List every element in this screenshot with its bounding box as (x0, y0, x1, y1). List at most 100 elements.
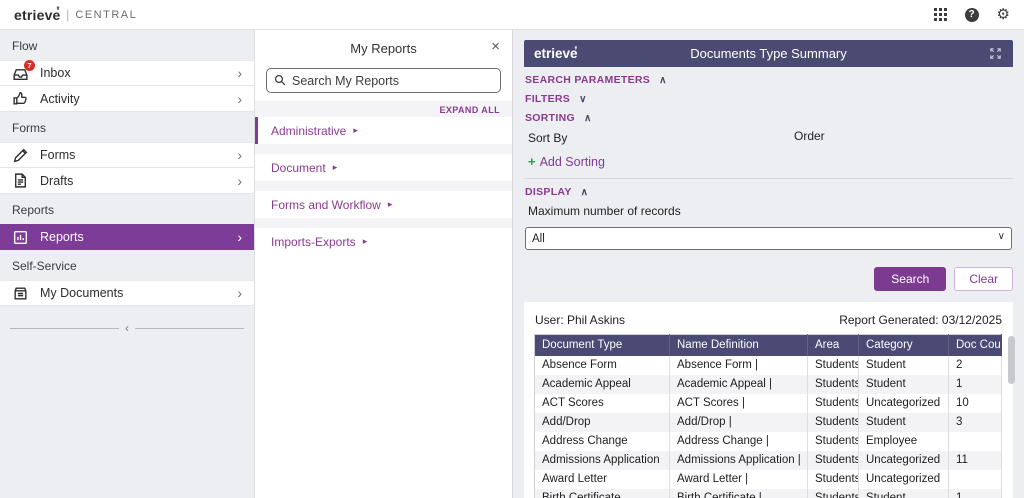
sidebar-item-drafts[interactable]: Drafts › (0, 168, 254, 194)
thumbs-up-icon (12, 90, 29, 107)
table-cell: Admissions Application (535, 451, 670, 470)
table-cell: Students (808, 470, 859, 489)
max-records-select[interactable]: All (525, 227, 1012, 250)
section-display[interactable]: DISPLAY ∧ (525, 186, 1012, 198)
table-cell: Students (808, 451, 859, 470)
report-generated: Report Generated: 03/12/2025 (839, 313, 1002, 327)
draft-icon (12, 172, 29, 189)
column-header[interactable]: Name Definition (670, 335, 808, 356)
search-input[interactable] (266, 68, 501, 93)
chevron-right-icon: › (237, 148, 242, 162)
sidebar-item-label: Drafts (40, 174, 73, 188)
caret-up-icon: ∧ (659, 75, 666, 86)
caret-up-icon: ∧ (581, 187, 588, 198)
table-row[interactable]: Address ChangeAddress Change |StudentsEm… (535, 432, 1002, 451)
max-records-select-wrap: All ∨ (525, 227, 1012, 250)
section-sorting[interactable]: SORTING ∧ (525, 112, 1012, 124)
pencil-icon (12, 147, 29, 164)
apps-grid-icon[interactable] (934, 8, 947, 21)
table-cell: Admissions Application | (670, 451, 808, 470)
table-cell: Address Change | (670, 432, 808, 451)
sidebar-collapse-control[interactable]: ‹ (10, 321, 244, 335)
category-label: Forms and Workflow (271, 198, 381, 212)
table-cell: Students (808, 432, 859, 451)
divider (524, 178, 1013, 179)
table-row[interactable]: ACT ScoresACT Scores |StudentsUncategori… (535, 394, 1002, 413)
sidebar-item-label: Inbox (40, 66, 71, 80)
document-type-table: Document TypeName DefinitionAreaCategory… (534, 334, 1002, 498)
column-header[interactable]: Area (808, 335, 859, 356)
sorting-fields-row: Sort By Order (528, 129, 1013, 145)
my-reports-panel: My Reports × EXPAND ALL Administrative ▸… (255, 30, 513, 498)
table-cell: Uncategorized (859, 394, 949, 413)
expand-all-link[interactable]: EXPAND ALL (439, 105, 500, 115)
category-administrative[interactable]: Administrative ▸ (255, 117, 512, 144)
report-title: Documents Type Summary (524, 46, 1013, 61)
report-icon (12, 229, 29, 246)
category-label: Document (271, 161, 326, 175)
table-cell: Address Change (535, 432, 670, 451)
table-cell: Academic Appeal | (670, 375, 808, 394)
sidebar-item-label: Reports (40, 230, 84, 244)
table-header-row: Document TypeName DefinitionAreaCategory… (535, 335, 1002, 356)
table-cell: Birth Certificate | (670, 489, 808, 498)
clear-button[interactable]: Clear (954, 267, 1013, 291)
table-cell: Student (859, 356, 949, 375)
report-user: User: Phil Askins (535, 313, 625, 327)
sidebar-item-inbox[interactable]: 7 Inbox › (0, 60, 254, 86)
add-sorting-label: Add Sorting (540, 155, 605, 169)
table-cell: Add/Drop (535, 413, 670, 432)
chevron-right-icon: › (237, 66, 242, 80)
sidebar-item-reports[interactable]: Reports › (0, 224, 254, 250)
table-cell: Students (808, 394, 859, 413)
table-cell: Uncategorized (859, 451, 949, 470)
settings-gear-icon[interactable]: ⚙ (997, 7, 1010, 22)
sidebar-item-my-documents[interactable]: My Documents › (0, 280, 254, 306)
column-header[interactable]: Category (859, 335, 949, 356)
category-list: EXPAND ALL Administrative ▸ Document ▸ F… (255, 101, 512, 255)
table-row[interactable]: Add/DropAdd/Drop |StudentsStudent3 (535, 413, 1002, 432)
divider (10, 328, 119, 329)
sidebar-item-forms[interactable]: Forms › (0, 142, 254, 168)
category-document[interactable]: Document ▸ (255, 154, 512, 181)
search-container (266, 68, 501, 93)
close-icon[interactable]: × (491, 38, 500, 55)
table-row[interactable]: Admissions ApplicationAdmissions Applica… (535, 451, 1002, 470)
search-icon (274, 74, 286, 86)
panel-title: My Reports (350, 41, 416, 56)
add-sorting-link[interactable]: + Add Sorting (528, 154, 1013, 169)
table-row[interactable]: Birth CertificateBirth Certificate |Stud… (535, 489, 1002, 498)
section-label: FILTERS (525, 93, 570, 105)
column-header[interactable]: Document Type (535, 335, 670, 356)
category-forms-and-workflow[interactable]: Forms and Workflow ▸ (255, 191, 512, 218)
category-label: Imports-Exports (271, 235, 356, 249)
table-cell: Absence Form (535, 356, 670, 375)
section-search-parameters[interactable]: SEARCH PARAMETERS ∧ (525, 74, 1012, 86)
table-row[interactable]: Academic AppealAcademic Appeal |Students… (535, 375, 1002, 394)
plus-icon: + (528, 154, 536, 169)
table-row[interactable]: Absence FormAbsence Form |StudentsStuden… (535, 356, 1002, 375)
chevron-right-icon: › (237, 92, 242, 106)
triangle-right-icon: ▸ (363, 236, 368, 247)
scrollbar-thumb[interactable] (1008, 336, 1015, 384)
table-cell: Students (808, 489, 859, 498)
sidebar: Flow 7 Inbox › Activity › Forms Forms › (0, 30, 255, 498)
table-zone: Document TypeName DefinitionAreaCategory… (534, 334, 1003, 498)
table-row[interactable]: Award LetterAward Letter |StudentsUncate… (535, 470, 1002, 489)
triangle-right-icon: ▸ (333, 162, 338, 173)
inbox-badge: 7 (24, 60, 35, 71)
category-imports-exports[interactable]: Imports-Exports ▸ (255, 228, 512, 255)
search-button[interactable]: Search (874, 267, 946, 291)
triangle-right-icon: ▸ (388, 199, 393, 210)
documents-icon (12, 285, 29, 302)
column-header[interactable]: Doc Count (949, 335, 1002, 356)
sidebar-item-activity[interactable]: Activity › (0, 86, 254, 112)
help-icon[interactable]: ? (965, 8, 979, 22)
sidebar-section-self-service: Self-Service (0, 250, 254, 280)
expand-fullscreen-icon[interactable] (988, 46, 1003, 61)
section-filters[interactable]: FILTERS ∨ (525, 93, 1012, 105)
collapse-left-icon: ‹ (119, 321, 135, 335)
caret-down-icon: ∨ (579, 94, 586, 105)
section-label: SORTING (525, 112, 575, 124)
sidebar-item-label: Activity (40, 92, 80, 106)
